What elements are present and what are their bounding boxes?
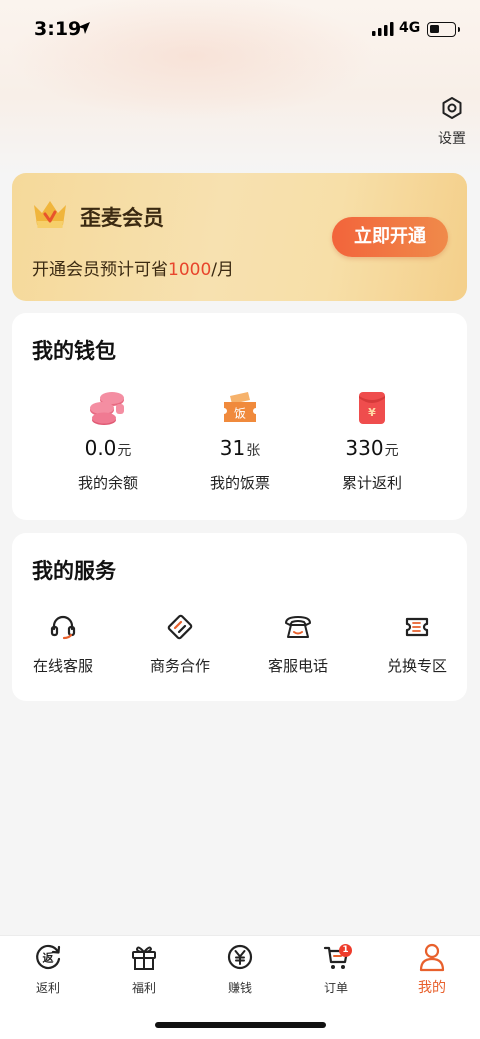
services-title: 我的服务: [32, 559, 116, 583]
wallet-title: 我的钱包: [32, 339, 116, 363]
rebate-label: 累计返利: [341, 474, 402, 492]
svg-text:返: 返: [43, 951, 54, 965]
balance-value: 0.0: [84, 436, 117, 460]
svg-text:¥: ¥: [368, 406, 376, 419]
settings-button[interactable]: 设置: [434, 96, 470, 148]
tab-mine[interactable]: 我的: [384, 942, 480, 997]
vip-membership-card[interactable]: 歪麦会员 开通会员预计可省1000/月 立即开通: [12, 173, 467, 301]
status-bar: 3:19 4G: [0, 0, 480, 62]
balance-label: 我的余额: [77, 474, 138, 492]
order-badge: 1: [339, 944, 352, 957]
headset-icon: [50, 615, 76, 640]
coupon-icon: [405, 617, 429, 637]
telephone-icon: [285, 616, 311, 638]
service-business-cooperation[interactable]: 商务合作: [125, 611, 235, 676]
wallet-card: 我的钱包 0.0元 我的余额 饭 31张 我的饭票 ¥ 330元 累计返利: [12, 313, 467, 520]
gear-icon: [442, 97, 462, 119]
tab-rebate[interactable]: 返 返利: [0, 942, 96, 996]
service-hotline[interactable]: 客服电话: [243, 611, 353, 676]
wallet-balance[interactable]: 0.0元 我的余额: [33, 388, 183, 493]
cellular-signal-icon: [372, 22, 394, 36]
battery-icon: [427, 22, 460, 37]
meal-ticket-icon: 饭: [224, 392, 256, 422]
svg-text:饭: 饭: [234, 407, 246, 421]
crown-icon: [34, 201, 66, 228]
vip-description: 开通会员预计可省1000/月: [32, 260, 234, 280]
user-icon: [419, 943, 445, 972]
red-envelope-icon: ¥: [359, 392, 385, 424]
service-redemption[interactable]: 兑换专区: [362, 611, 472, 676]
gift-icon: [132, 946, 156, 970]
coins-icon: [90, 392, 124, 425]
card-icon: [167, 614, 193, 640]
tab-welfare[interactable]: 福利: [96, 942, 192, 996]
settings-label: 设置: [438, 131, 466, 147]
rebate-value: 330: [345, 436, 384, 460]
vip-title: 歪麦会员: [80, 206, 164, 230]
wallet-meal-tickets[interactable]: 饭 31张 我的饭票: [165, 388, 315, 493]
tab-orders[interactable]: 1 订单: [288, 942, 384, 996]
service-label: 兑换专区: [386, 657, 447, 675]
activate-vip-button[interactable]: 立即开通: [332, 217, 448, 257]
services-card: 我的服务 在线客服 商务合作 客服电话 兑换专区: [12, 533, 467, 701]
meal-ticket-label: 我的饭票: [209, 474, 270, 492]
wallet-total-rebate[interactable]: ¥ 330元 累计返利: [297, 388, 447, 493]
home-indicator: [155, 1022, 326, 1028]
service-label: 在线客服: [32, 657, 93, 675]
service-online-support[interactable]: 在线客服: [8, 611, 118, 676]
location-arrow-icon: [78, 22, 90, 34]
vip-savings-amount: 1000: [168, 260, 212, 280]
network-type: 4G: [399, 20, 421, 36]
service-label: 商务合作: [149, 657, 210, 675]
status-time: 3:19: [34, 18, 82, 40]
service-label: 客服电话: [267, 657, 328, 675]
tab-earn[interactable]: 赚钱: [192, 942, 288, 996]
meal-ticket-value: 31: [219, 436, 246, 460]
yen-icon: [227, 944, 253, 970]
rebate-icon: 返: [36, 944, 61, 970]
